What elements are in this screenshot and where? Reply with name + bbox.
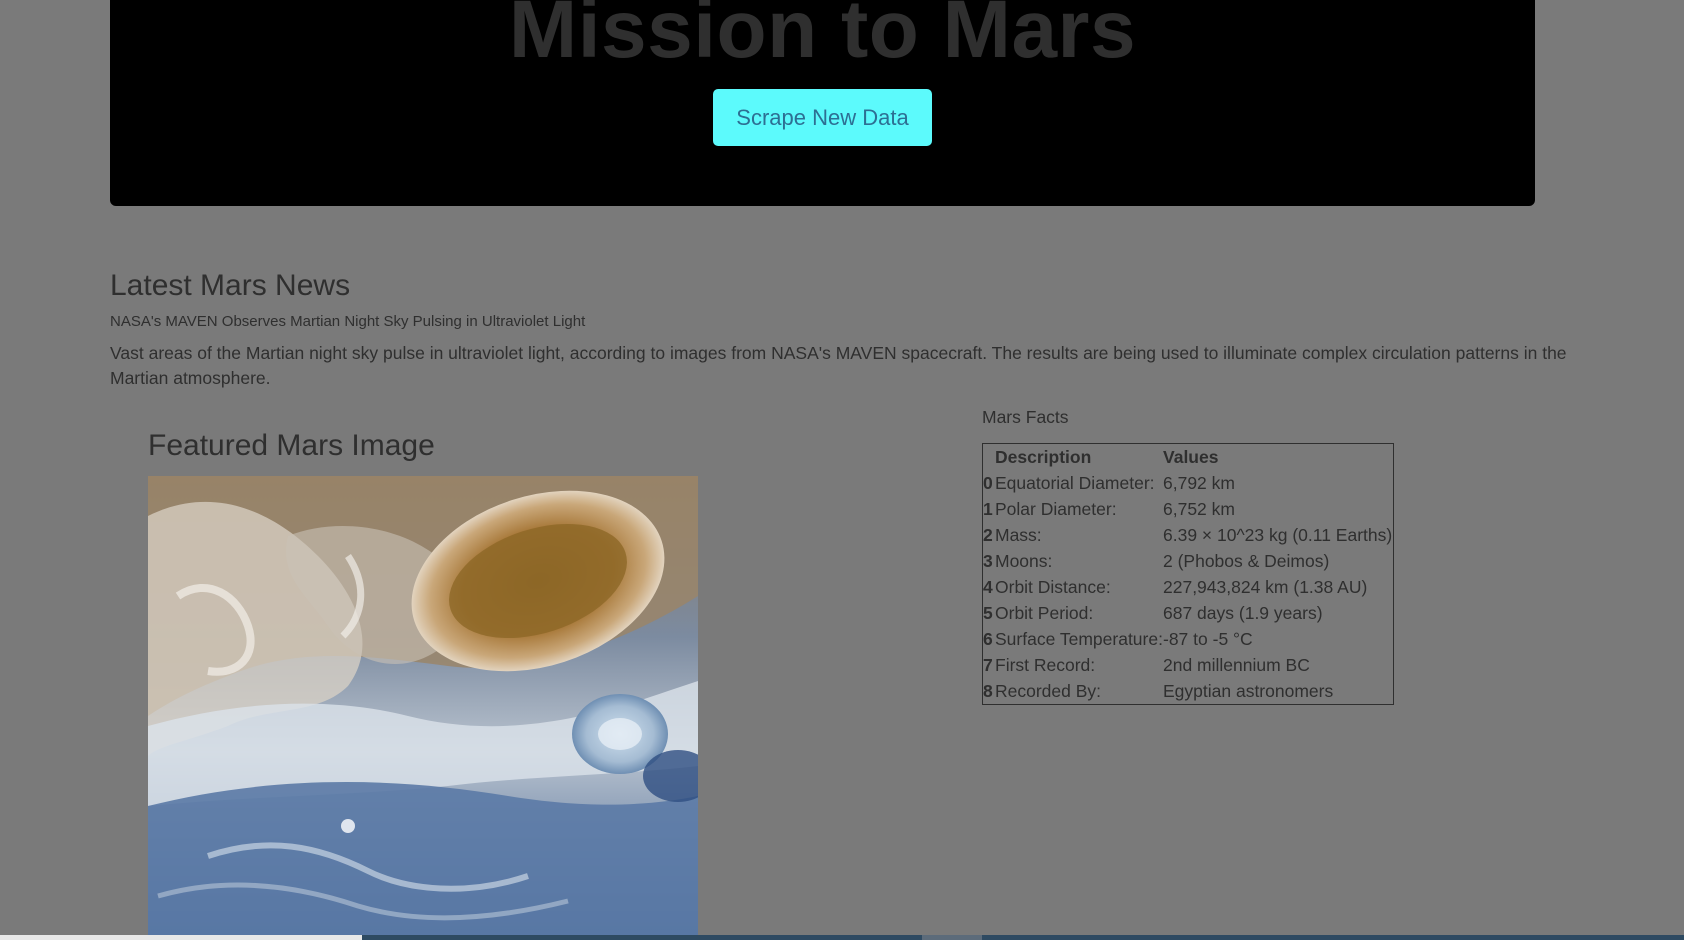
- row-value: 6.39 × 10^23 kg (0.11 Earths): [1163, 525, 1393, 545]
- header-jumbotron: Mission to Mars Scrape New Data: [110, 0, 1535, 206]
- table-row: 0 Equatorial Diameter: 6,792 km: [983, 470, 1394, 496]
- news-teaser: Vast areas of the Martian night sky puls…: [110, 343, 1567, 388]
- table-row: 4 Orbit Distance: 227,943,824 km (1.38 A…: [983, 574, 1394, 600]
- row-value: 6,752 km: [1163, 499, 1235, 519]
- row-description: Moons:: [995, 551, 1053, 571]
- index-header-cell: [983, 444, 996, 471]
- table-row: 1 Polar Diameter: 6,752 km: [983, 496, 1394, 522]
- row-index: 3: [983, 551, 993, 571]
- table-header-row: Description Values: [983, 444, 1394, 471]
- featured-image-heading: Featured Mars Image: [148, 429, 435, 462]
- bottom-taskbar-strip: [0, 935, 1684, 940]
- mars-facts-heading: Mars Facts: [982, 407, 1069, 427]
- row-value: Egyptian astronomers: [1163, 681, 1334, 701]
- latest-news-heading: Latest Mars News: [110, 269, 351, 302]
- row-index: 8: [983, 681, 993, 701]
- taskbar-segment: [922, 935, 982, 940]
- row-value: 687 days (1.9 years): [1163, 603, 1323, 623]
- row-description: Equatorial Diameter:: [995, 473, 1155, 493]
- row-description: Orbit Period:: [995, 603, 1094, 623]
- row-value: -87 to -5 °C: [1163, 629, 1253, 649]
- row-description: Surface Temperature:: [995, 629, 1163, 649]
- featured-image-graphic: [148, 476, 698, 936]
- row-description: Polar Diameter:: [995, 499, 1117, 519]
- news-headline: NASA's MAVEN Observes Martian Night Sky …: [110, 313, 586, 330]
- table-row: 6 Surface Temperature: -87 to -5 °C: [983, 626, 1394, 652]
- featured-image: [148, 476, 698, 936]
- row-description: First Record:: [995, 655, 1096, 675]
- row-index: 1: [983, 499, 993, 519]
- table-row: 7 First Record: 2nd millennium BC: [983, 652, 1394, 678]
- row-index: 4: [983, 577, 993, 597]
- row-index: 0: [983, 473, 993, 493]
- description-header: Description: [995, 447, 1092, 467]
- row-description: Orbit Distance:: [995, 577, 1111, 597]
- table-row: 3 Moons: 2 (Phobos & Deimos): [983, 548, 1394, 574]
- row-index: 2: [983, 525, 993, 545]
- row-value: 227,943,824 km (1.38 AU): [1163, 577, 1368, 597]
- table-row: 2 Mass: 6.39 × 10^23 kg (0.11 Earths): [983, 522, 1394, 548]
- taskbar-segment: [0, 935, 362, 940]
- table-row: 8 Recorded By: Egyptian astronomers: [983, 678, 1394, 705]
- scrape-new-data-button[interactable]: Scrape New Data: [713, 89, 932, 146]
- row-value: 6,792 km: [1163, 473, 1235, 493]
- row-index: 5: [983, 603, 993, 623]
- row-index: 7: [983, 655, 993, 675]
- row-value: 2 (Phobos & Deimos): [1163, 551, 1330, 571]
- row-index: 6: [983, 629, 993, 649]
- row-value: 2nd millennium BC: [1163, 655, 1310, 675]
- mars-facts-table: Description Values 0 Equatorial Diameter…: [982, 443, 1394, 705]
- row-description: Recorded By:: [995, 681, 1102, 701]
- table-row: 5 Orbit Period: 687 days (1.9 years): [983, 600, 1394, 626]
- values-header: Values: [1163, 447, 1219, 467]
- row-description: Mass:: [995, 525, 1042, 545]
- page-title: Mission to Mars: [508, 0, 1137, 75]
